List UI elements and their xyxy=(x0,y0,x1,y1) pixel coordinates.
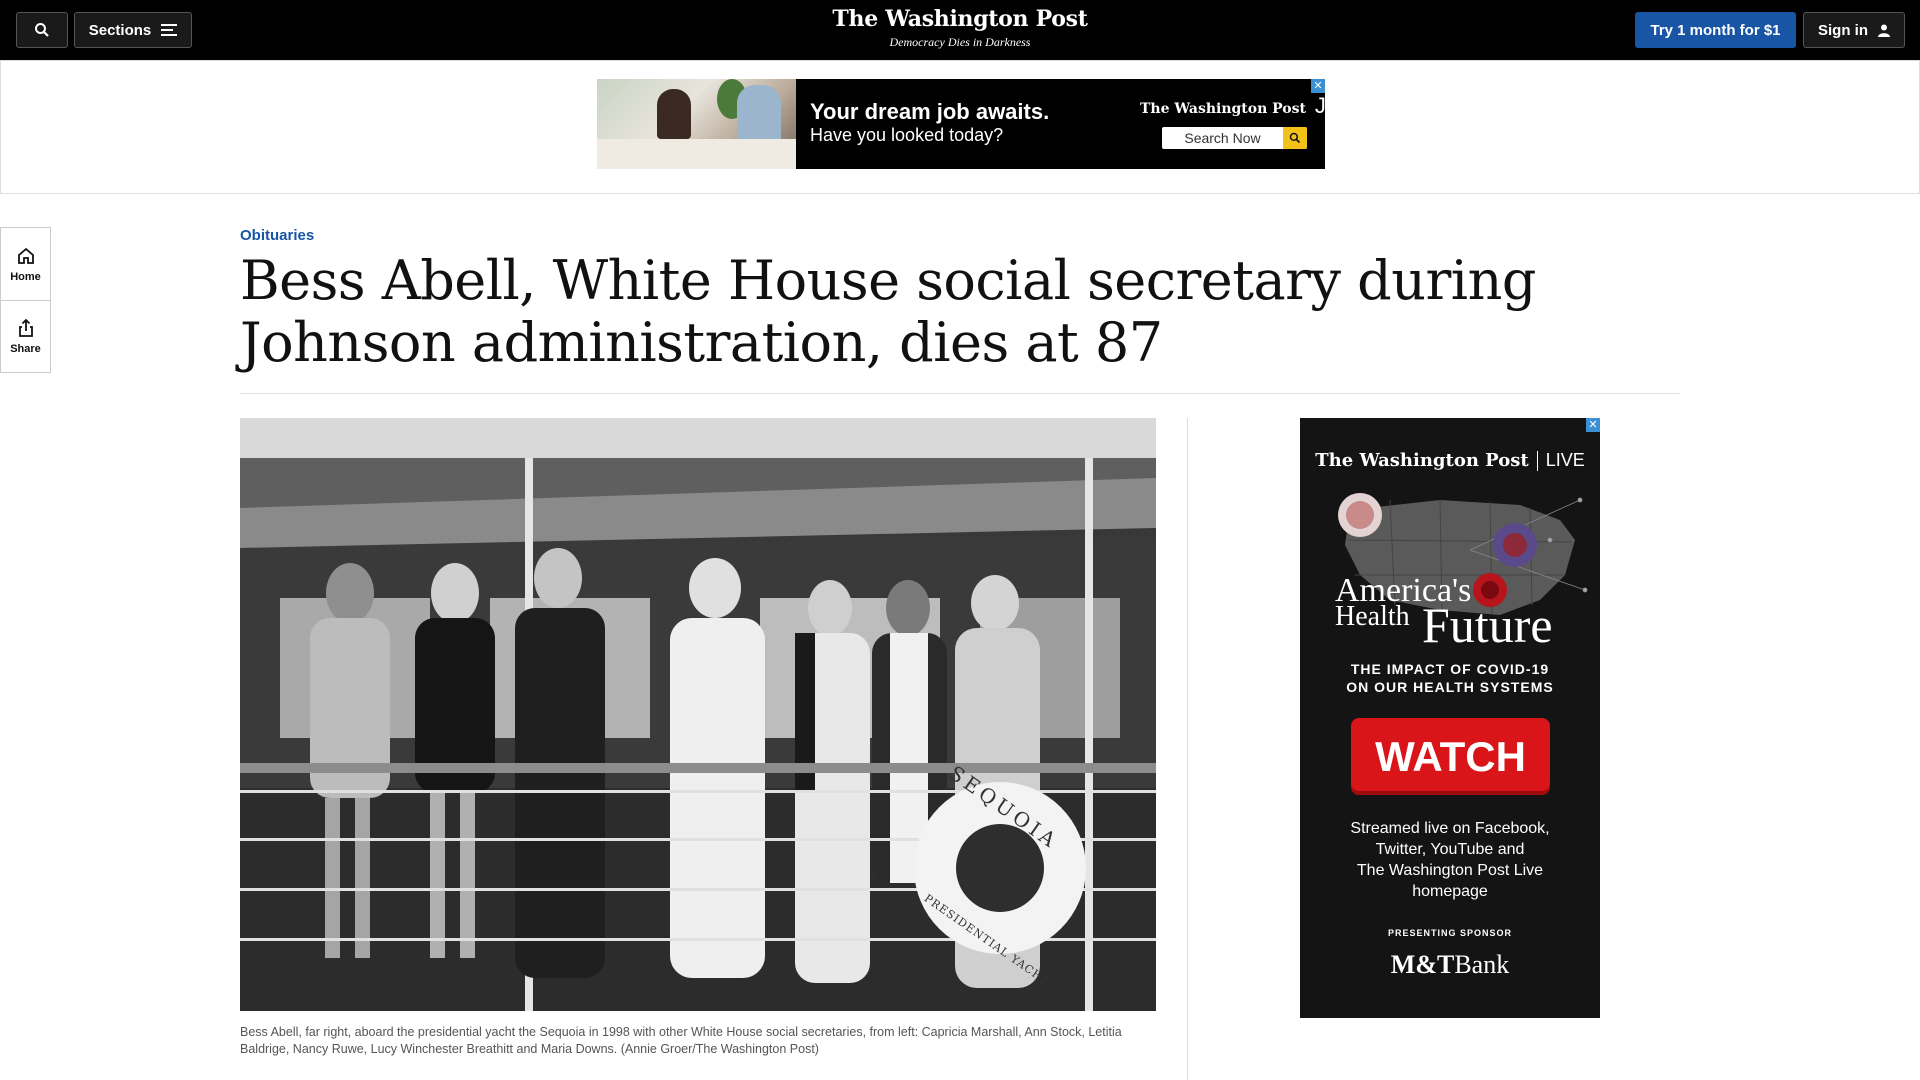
ad-close-icon[interactable]: ✕ xyxy=(1311,79,1325,93)
ad-search-button[interactable]: Search Now xyxy=(1162,127,1307,149)
sections-menu-button[interactable]: Sections xyxy=(74,12,192,48)
subscribe-button[interactable]: Try 1 month for $1 xyxy=(1635,12,1796,48)
article-headline: Bess Abell, White House social secretary… xyxy=(240,249,1536,374)
article-kicker[interactable]: Obituaries xyxy=(240,227,314,244)
sponsor-name-part1: M&T xyxy=(1390,950,1455,979)
hamburger-icon xyxy=(161,24,178,36)
site-logo[interactable]: The Washington Post xyxy=(760,6,1160,32)
rail-share-label: Share xyxy=(10,343,41,355)
watch-button[interactable]: WATCH xyxy=(1351,718,1550,795)
header-divider xyxy=(240,393,1680,394)
rail-home-label: Home xyxy=(10,270,41,283)
live-ad-title-line2: Health xyxy=(1335,601,1410,632)
live-ad-subtitle-line1: THE IMPACT OF COVID-19 xyxy=(1350,661,1550,677)
search-icon xyxy=(1283,127,1307,149)
site-tagline: Democracy Dies in Darkness xyxy=(889,35,1031,49)
column-divider xyxy=(1187,418,1188,1080)
live-ad-description: Streamed live on Facebook, Twitter, YouT… xyxy=(1300,818,1600,902)
rail-home-button[interactable]: Home xyxy=(1,228,50,300)
ad-search-label: Search Now xyxy=(1184,130,1261,146)
presenting-sponsor-label: PRESENTING SPONSOR xyxy=(1387,928,1513,938)
rail-share-button[interactable]: Share xyxy=(1,300,50,372)
jobs-banner-ad[interactable]: Your dream job awaits. Have you looked t… xyxy=(597,79,1325,169)
left-action-rail: Home Share xyxy=(0,227,51,373)
sponsor-logo: M&TBank xyxy=(1300,950,1600,980)
sign-in-label: Sign in xyxy=(1818,21,1868,39)
lead-photo: SEQUOIA PRESIDENTIAL YACHT xyxy=(240,418,1156,1011)
top-ad-container: Your dream job awaits. Have you looked t… xyxy=(0,60,1920,194)
ad-photo-handshake xyxy=(597,79,796,169)
live-ad-desc-line1: Streamed live on Facebook, xyxy=(1350,820,1550,837)
live-ad-brand-suffix: LIVE xyxy=(1545,450,1585,470)
ad-brand: The Washington Post Jobs xyxy=(1140,93,1325,119)
live-ad-subtitle: THE IMPACT OF COVID-19 ON OUR HEALTH SYS… xyxy=(1300,660,1600,696)
top-navigation-bar: Sections The Washington Post Democracy D… xyxy=(0,0,1920,60)
search-button[interactable] xyxy=(16,12,68,48)
home-icon xyxy=(17,247,34,264)
live-ad-brand-logo: The Washington Post xyxy=(1315,450,1529,471)
live-ad-title-line3: Future xyxy=(1422,597,1553,653)
photo-caption: Bess Abell, far right, aboard the presid… xyxy=(240,1025,1122,1056)
share-icon xyxy=(18,318,33,337)
live-ad-desc-line4: homepage xyxy=(1412,883,1488,900)
ad-close-icon[interactable]: ✕ xyxy=(1586,418,1600,432)
sections-label: Sections xyxy=(88,21,152,39)
masthead[interactable]: The Washington Post Democracy Dies in Da… xyxy=(760,6,1160,50)
live-ad-desc-line2: Twitter, YouTube and xyxy=(1375,841,1525,858)
user-icon xyxy=(1878,24,1890,37)
live-ad-brand: The Washington Post LIVE xyxy=(1300,450,1600,471)
ad-headline: Your dream job awaits. xyxy=(810,99,1050,124)
ad-brand-suffix: Jobs xyxy=(1314,93,1325,118)
sponsor-name-part2: Bank xyxy=(1454,950,1510,979)
search-icon xyxy=(35,23,49,37)
ad-subline: Have you looked today? xyxy=(810,125,1004,145)
live-ad-desc-line3: The Washington Post Live xyxy=(1356,862,1544,879)
live-ad-subtitle-line2: ON OUR HEALTH SYSTEMS xyxy=(1346,679,1554,695)
ad-brand-logo: The Washington Post xyxy=(1140,101,1306,117)
sign-in-button[interactable]: Sign in xyxy=(1803,12,1905,48)
wp-live-side-ad[interactable]: The Washington Post LIVE America's Health… xyxy=(1300,418,1600,1018)
